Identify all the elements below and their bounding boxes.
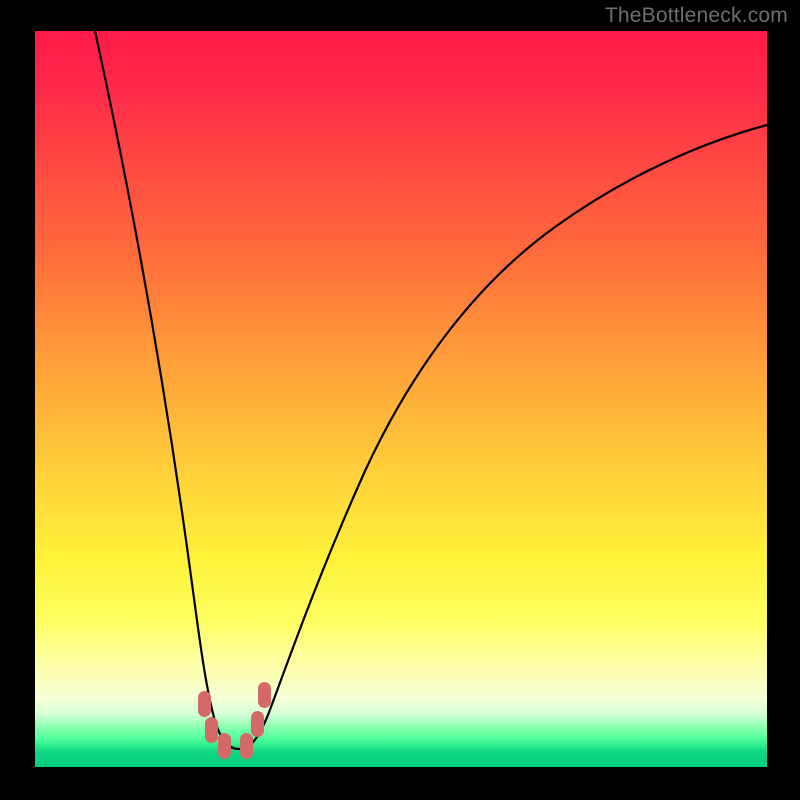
curve-path	[95, 31, 767, 749]
curve-marker	[205, 717, 218, 743]
curve-marker	[240, 733, 253, 759]
curve-marker	[218, 733, 231, 759]
curve-marker	[251, 711, 264, 737]
watermark-text: TheBottleneck.com	[605, 4, 788, 28]
chart-frame: TheBottleneck.com	[0, 0, 800, 800]
curve-marker	[198, 691, 211, 717]
plot-area	[35, 31, 767, 767]
bottleneck-curve	[35, 31, 767, 767]
curve-marker	[258, 682, 271, 708]
